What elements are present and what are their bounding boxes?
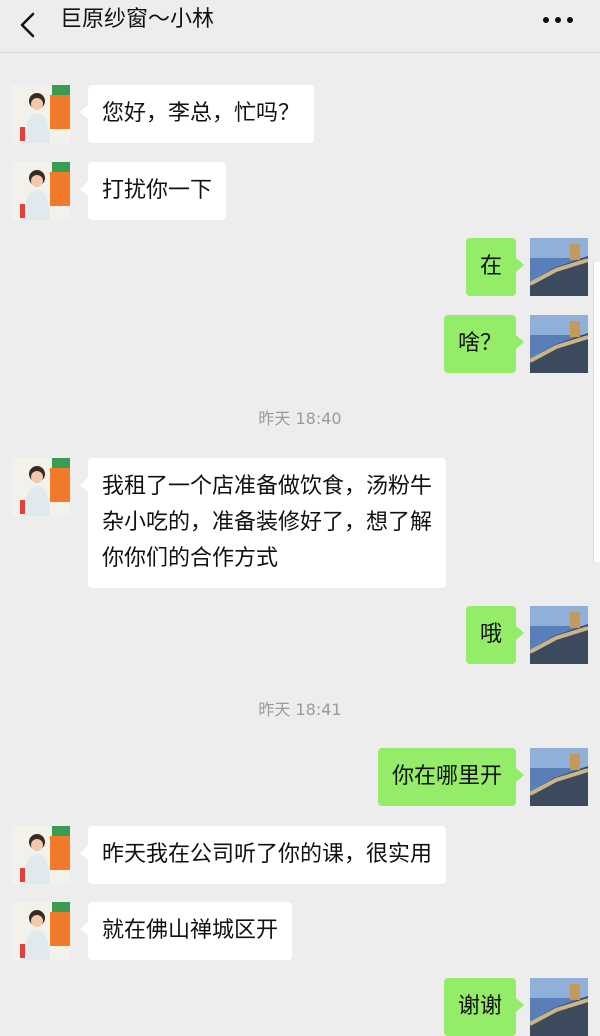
timestamp: 昨天 18:41 xyxy=(258,700,342,719)
my-avatar[interactable] xyxy=(530,315,588,373)
message-bubble-incoming[interactable]: 就在佛山禅城区开 xyxy=(79,902,293,960)
my-avatar[interactable] xyxy=(530,748,588,806)
contact-avatar[interactable] xyxy=(12,902,70,960)
chat-title: 巨原纱窗～小林 xyxy=(60,7,215,32)
timestamp: 昨天 18:40 xyxy=(258,409,342,428)
contact-avatar[interactable] xyxy=(12,162,70,220)
scrollbar[interactable] xyxy=(593,262,600,562)
message-bubble-outgoing[interactable]: 在 xyxy=(465,238,525,296)
my-avatar[interactable] xyxy=(530,238,588,296)
message-line: 杂小吃的，准备装修好了，想了解 xyxy=(102,510,433,535)
chat-header: 巨原纱窗～小林 xyxy=(0,0,600,53)
message-bubble-incoming[interactable]: 昨天我在公司听了你的课，很实用 xyxy=(79,826,447,884)
message-bubble-incoming[interactable]: 打扰你一下 xyxy=(79,162,227,220)
contact-avatar[interactable] xyxy=(12,85,70,143)
my-avatar[interactable] xyxy=(530,978,588,1036)
message-bubble-outgoing[interactable]: 你在哪里开 xyxy=(377,748,525,806)
contact-avatar[interactable] xyxy=(12,458,70,516)
message-line: 你你们的合作方式 xyxy=(102,546,279,571)
message-bubble-outgoing[interactable]: 哦 xyxy=(465,606,525,664)
message-line: 我租了一个店准备做饮食，汤粉牛 xyxy=(102,474,433,499)
message-bubble-outgoing[interactable]: 啥？ xyxy=(443,315,525,373)
message-bubble-incoming[interactable]: 我租了一个店准备做饮食，汤粉牛 杂小吃的，准备装修好了，想了解 你你们的合作方式 xyxy=(79,458,447,588)
contact-avatar[interactable] xyxy=(12,826,70,884)
message-bubble-incoming[interactable]: 您好，李总，忙吗？ xyxy=(79,85,315,143)
my-avatar[interactable] xyxy=(530,606,588,664)
chevron-left-icon[interactable] xyxy=(14,10,44,40)
message-bubble-outgoing[interactable]: 谢谢 xyxy=(443,978,525,1036)
more-dots-icon[interactable] xyxy=(536,6,580,34)
